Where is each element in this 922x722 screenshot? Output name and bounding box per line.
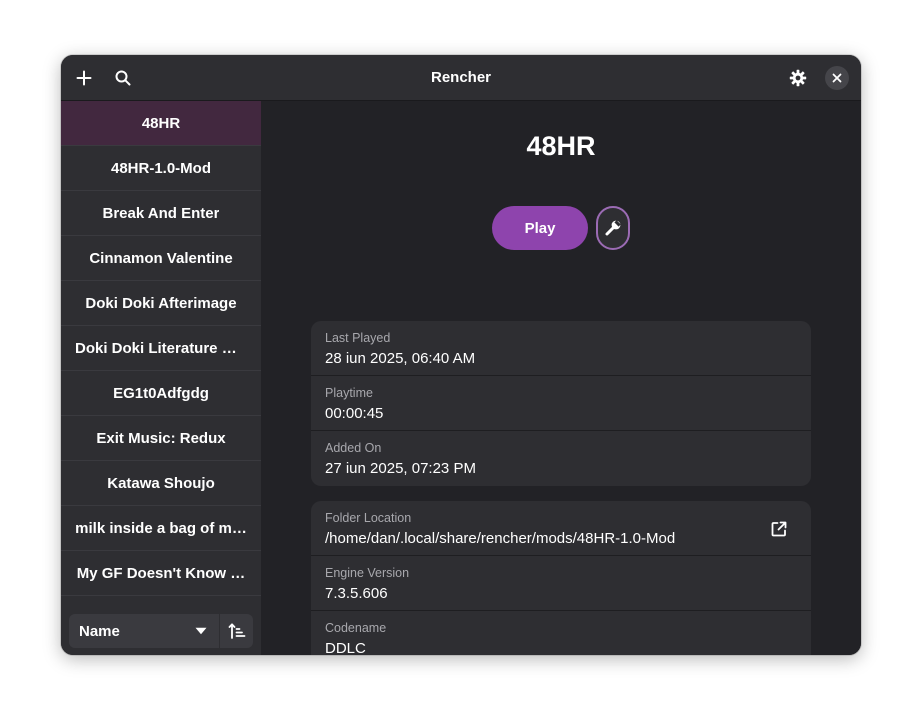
sort-ascending-icon (228, 623, 245, 639)
row-value: 28 iun 2025, 06:40 AM (325, 350, 476, 367)
added-on-row: Added On 27 iun 2025, 07:23 PM (311, 431, 811, 486)
list-item[interactable]: Doki Doki Literature C… (61, 326, 261, 371)
list-item-label: Break And Enter (102, 204, 220, 222)
list-item[interactable]: Cinnamon Valentine (61, 236, 261, 281)
list-item-label: Exit Music: Redux (96, 429, 226, 447)
list-item-label: EG1t0Adfgdg (113, 384, 209, 402)
row-value: 00:00:45 (325, 405, 384, 422)
stats-card: Last Played 28 iun 2025, 06:40 AM Playti… (311, 321, 811, 486)
row-label: Added On (325, 441, 382, 455)
row-label: Playtime (325, 386, 373, 400)
sort-by-label: Name (79, 622, 120, 640)
list-item-label: milk inside a bag of m… (75, 519, 247, 537)
engine-version-row: Engine Version 7.3.5.606 (311, 556, 811, 611)
list-item-label: Doki Doki Literature C… (75, 339, 247, 357)
sort-controls: Name (69, 614, 253, 648)
list-item-label: 48HR-1.0-Mod (110, 159, 211, 177)
open-external-icon (771, 521, 787, 537)
list-item-label: Cinnamon Valentine (89, 249, 233, 267)
close-icon (832, 73, 842, 83)
game-detail-panel: 48HR Play Last Played 28 iun 2025, 06:40… (261, 101, 861, 655)
codename-row: Codename DDLC (311, 611, 811, 655)
game-list-sidebar: 48HR 48HR-1.0-Mod Break And Enter Cinnam… (61, 101, 261, 655)
tools-button[interactable] (596, 206, 630, 250)
list-item-label: 48HR (141, 114, 181, 132)
row-value: /home/dan/.local/share/rencher/mods/48HR… (325, 530, 676, 547)
row-label: Engine Version (325, 566, 410, 580)
list-item[interactable]: milk inside a bag of m… (61, 506, 261, 551)
window-title: Rencher (430, 69, 492, 86)
close-button[interactable] (825, 66, 849, 90)
list-item[interactable]: EG1t0Adfgdg (61, 371, 261, 416)
list-item[interactable]: Exit Music: Redux (61, 416, 261, 461)
list-item[interactable]: Doki Doki Afterimage (61, 281, 261, 326)
play-button-label: Play (524, 219, 556, 237)
list-item-label: My GF Doesn't Know … (76, 564, 246, 582)
row-value: 7.3.5.606 (325, 585, 388, 602)
app-window: Rencher 48HR 48HR-1.0-Mod Break And Ente… (61, 55, 861, 655)
play-button[interactable]: Play (492, 206, 588, 250)
row-label: Last Played (325, 331, 391, 345)
info-card: Folder Location /home/dan/.local/share/r… (311, 501, 811, 655)
playtime-row: Playtime 00:00:45 (311, 376, 811, 431)
wrench-icon (605, 220, 621, 236)
last-played-row: Last Played 28 iun 2025, 06:40 AM (311, 321, 811, 376)
row-label: Codename (325, 621, 387, 635)
header-bar: Rencher (61, 55, 861, 101)
row-value: DDLC (325, 640, 366, 655)
sort-by-dropdown[interactable]: Name (69, 614, 219, 648)
game-title: 48HR (526, 131, 596, 161)
row-value: 27 iun 2025, 07:23 PM (325, 460, 476, 477)
list-item[interactable]: Break And Enter (61, 191, 261, 236)
sort-order-button[interactable] (220, 614, 253, 648)
list-item[interactable]: Katawa Shoujo (61, 461, 261, 506)
open-folder-button[interactable] (763, 513, 795, 545)
folder-location-row: Folder Location /home/dan/.local/share/r… (311, 501, 811, 556)
chevron-down-icon (195, 627, 207, 635)
settings-button[interactable] (782, 62, 814, 94)
list-item[interactable]: My GF Doesn't Know … (61, 551, 261, 596)
list-item[interactable]: 48HR-1.0-Mod (61, 146, 261, 191)
gear-icon (789, 69, 807, 87)
list-item-label: Katawa Shoujo (107, 474, 215, 492)
list-item[interactable]: 48HR (61, 101, 261, 146)
row-label: Folder Location (325, 511, 412, 525)
list-item-label: Doki Doki Afterimage (85, 294, 237, 312)
